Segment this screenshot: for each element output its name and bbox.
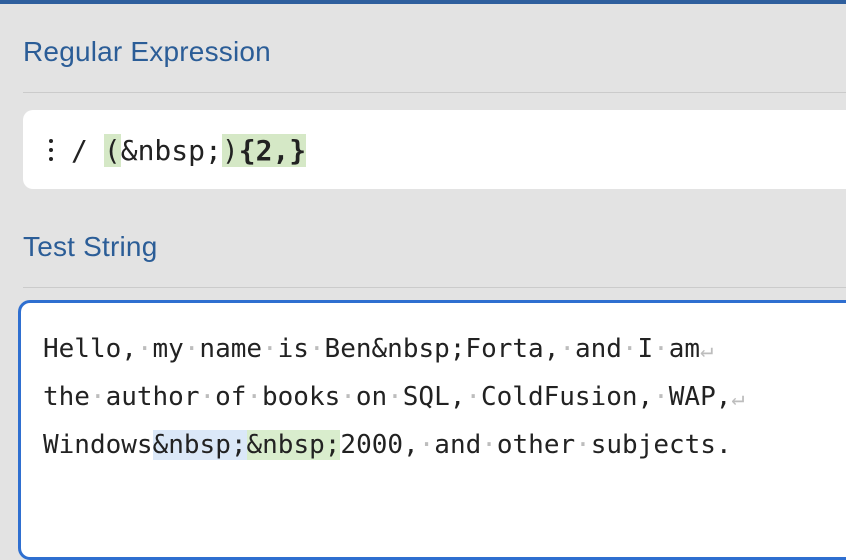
test-divider (23, 287, 846, 288)
regex-delimiter: / (71, 133, 88, 167)
return-arrow-icon: ↵ (700, 338, 714, 363)
regex-section-title: Regular Expression (23, 36, 271, 67)
test-line-2: theauthorofbooksonSQL,ColdFusion,WAP,↵ (43, 375, 745, 423)
regex-input-box[interactable]: / ( &nbsp; ) {2,} (23, 110, 846, 189)
regex-group-close: ) (221, 133, 239, 167)
top-accent-bar (0, 0, 846, 4)
regex-quantifier: {2,} (238, 133, 307, 167)
test-line-1: Hello,mynameisBen&nbsp;Forta,andIam↵ (43, 327, 745, 375)
test-line-3: Windows&nbsp;&nbsp;2000,andothersubjects… (43, 423, 745, 471)
regex-group-body: &nbsp; (120, 133, 222, 167)
regex-group-open: ( (103, 133, 121, 167)
vertical-dots-icon[interactable] (48, 139, 54, 161)
match-highlight-2: &nbsp; (246, 430, 341, 460)
test-section-title: Test String (23, 231, 158, 262)
regex-input[interactable]: / ( &nbsp; ) {2,} (71, 131, 307, 169)
return-arrow-icon: ↵ (731, 386, 745, 411)
test-string-editor[interactable]: Hello,mynameisBen&nbsp;Forta,andIam↵ the… (18, 300, 846, 560)
regex-divider (23, 92, 846, 93)
match-highlight-1: &nbsp; (152, 430, 247, 460)
test-string-text[interactable]: Hello,mynameisBen&nbsp;Forta,andIam↵ the… (43, 327, 745, 471)
